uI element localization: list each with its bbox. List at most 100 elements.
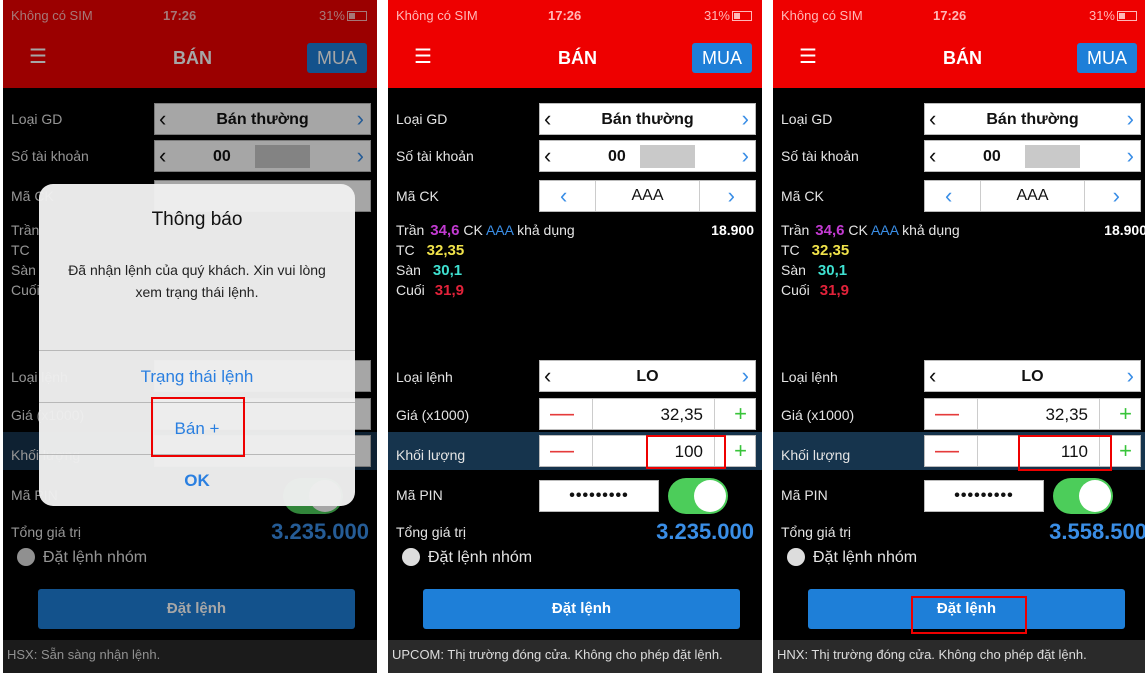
chevron-right-icon[interactable]: ›: [1127, 106, 1134, 132]
order-type-value: Bán thường: [601, 111, 694, 128]
order-kind-label: Loại lệnh: [781, 369, 838, 385]
available-qty: 18.900: [711, 222, 754, 238]
pin-field[interactable]: •••••••••: [924, 480, 1044, 512]
chevron-left-icon[interactable]: ‹: [544, 143, 551, 169]
last-row: Cuối 31,9: [396, 282, 464, 299]
submit-order-button[interactable]: Đặt lệnh: [423, 589, 740, 629]
price-stepper[interactable]: — 32,35 +: [539, 398, 756, 430]
plus-icon[interactable]: +: [1119, 438, 1132, 464]
chevron-left-icon[interactable]: ‹: [544, 363, 551, 389]
symbol-label: Mã CK: [781, 188, 824, 204]
phone-screen-2: Không có SIM 17:26 31% ☰ BÁN MUA Loại GD…: [388, 0, 762, 673]
group-order-label: Đặt lệnh nhóm: [813, 549, 918, 566]
time-label: 17:26: [933, 8, 967, 23]
buy-button[interactable]: MUA: [1077, 43, 1137, 73]
chevron-right-icon[interactable]: ›: [728, 183, 735, 209]
total-value: 3.558.500: [1049, 519, 1145, 544]
floor-row: Sàn 30,1: [396, 262, 462, 279]
ok-button[interactable]: OK: [39, 454, 355, 506]
available-qty: 18.900: [1104, 222, 1145, 238]
ceiling-label: Trần: [781, 222, 810, 238]
dialog-title: Thông báo: [151, 209, 243, 230]
available-text: CK: [463, 222, 483, 238]
phone-screen-3: Không có SIM 17:26 31% ☰ BÁN MUA Loại GD…: [773, 0, 1145, 673]
chevron-right-icon[interactable]: ›: [742, 106, 749, 132]
order-type-selector[interactable]: ‹ Bán thường ›: [539, 103, 756, 135]
last-label: Cuối: [781, 282, 810, 298]
chevron-right-icon[interactable]: ›: [742, 363, 749, 389]
battery-indicator: 31%: [1089, 8, 1137, 23]
floor-label: Sàn: [396, 262, 421, 278]
chevron-right-icon[interactable]: ›: [1113, 183, 1120, 209]
plus-icon[interactable]: +: [734, 438, 747, 464]
chevron-left-icon[interactable]: ‹: [560, 183, 567, 209]
account-selector[interactable]: ‹ 00 ›: [539, 140, 756, 172]
pin-toggle[interactable]: [1053, 478, 1113, 514]
buy-button[interactable]: MUA: [692, 43, 752, 73]
account-selector[interactable]: ‹ 00 ›: [924, 140, 1141, 172]
notification-dialog: Thông báo Đã nhận lệnh của quý khách. Xi…: [39, 184, 355, 506]
nav-bar: ☰ BÁN MUA: [773, 30, 1145, 88]
floor-row: Sàn 30,1: [781, 262, 847, 279]
order-kind-selector[interactable]: ‹ LO ›: [539, 360, 756, 392]
ceiling-value: 34,6: [815, 222, 845, 239]
symbol-selector[interactable]: ‹ AAA ›: [539, 180, 756, 212]
menu-icon[interactable]: ☰: [799, 46, 821, 68]
chevron-right-icon[interactable]: ›: [1127, 363, 1134, 389]
group-order-radio[interactable]: [787, 548, 805, 566]
price-value[interactable]: 32,35: [660, 405, 703, 425]
divider: [592, 399, 593, 429]
order-type-selector[interactable]: ‹ Bán thường ›: [924, 103, 1141, 135]
total-label: Tổng giá trị: [781, 524, 852, 540]
ceiling-value: 34,6: [430, 222, 460, 239]
status-bar: Không có SIM 17:26 31%: [773, 0, 1145, 30]
plus-icon[interactable]: +: [734, 401, 747, 427]
order-kind-selector[interactable]: ‹ LO ›: [924, 360, 1141, 392]
redacted-account: [640, 145, 695, 168]
divider: [1099, 399, 1100, 429]
order-type-label: Loại GD: [781, 111, 833, 127]
chevron-left-icon[interactable]: ‹: [929, 363, 936, 389]
minus-icon[interactable]: —: [550, 402, 574, 426]
last-label: Cuối: [396, 282, 425, 298]
floor-label: Sàn: [781, 262, 806, 278]
reference-label: TC: [781, 242, 800, 258]
group-order-radio[interactable]: [402, 548, 420, 566]
minus-icon[interactable]: —: [935, 439, 959, 463]
pin-toggle[interactable]: [668, 478, 728, 514]
price-stepper[interactable]: — 32,35 +: [924, 398, 1141, 430]
chevron-left-icon[interactable]: ‹: [929, 106, 936, 132]
reference-value: 32,35: [811, 242, 850, 259]
redacted-account: [1025, 145, 1080, 168]
symbol-selector[interactable]: ‹ AAA ›: [924, 180, 1141, 212]
chevron-right-icon[interactable]: ›: [1127, 143, 1134, 169]
highlight-sell-more: [151, 397, 245, 457]
menu-icon[interactable]: ☰: [414, 46, 436, 68]
battery-icon: [1117, 11, 1137, 21]
battery-icon: [732, 11, 752, 21]
reference-row: TC 32,35: [781, 242, 849, 259]
minus-icon[interactable]: —: [935, 402, 959, 426]
plus-icon[interactable]: +: [1119, 401, 1132, 427]
order-kind-value: LO: [1021, 368, 1044, 385]
price-value[interactable]: 32,35: [1045, 405, 1088, 425]
time-label: 17:26: [548, 8, 582, 23]
chevron-right-icon[interactable]: ›: [742, 143, 749, 169]
available-symbol: AAA: [870, 222, 899, 238]
symbol-label: Mã CK: [396, 188, 439, 204]
chevron-left-icon[interactable]: ‹: [544, 106, 551, 132]
minus-icon[interactable]: —: [550, 439, 574, 463]
last-value: 31,9: [434, 282, 464, 299]
order-type-label: Loại GD: [396, 111, 448, 127]
pin-field[interactable]: •••••••••: [539, 480, 659, 512]
pin-label: Mã PIN: [781, 487, 828, 503]
symbol-value: AAA: [595, 181, 700, 211]
order-status-button[interactable]: Trạng thái lệnh: [39, 350, 355, 402]
carrier-label: Không có SIM: [396, 8, 478, 23]
floor-value: 30,1: [817, 262, 848, 279]
chevron-left-icon[interactable]: ‹: [945, 183, 952, 209]
last-row: Cuối 31,9: [781, 282, 849, 299]
total-value: 3.235.000: [656, 519, 754, 544]
chevron-left-icon[interactable]: ‹: [929, 143, 936, 169]
account-value: 00: [608, 148, 626, 165]
